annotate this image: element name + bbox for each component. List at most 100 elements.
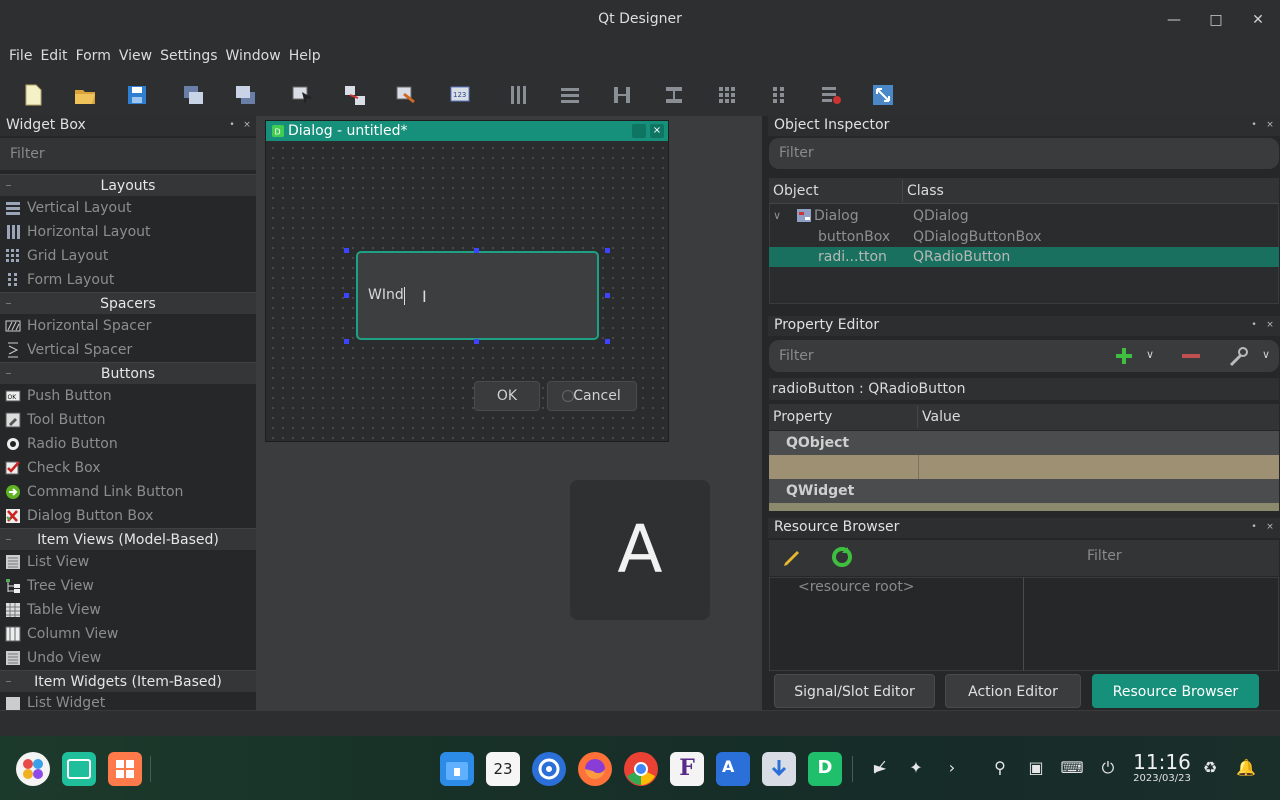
edit-resources-pencil-icon[interactable] <box>780 546 804 570</box>
widget-dialog-button-box[interactable]: Dialog Button Box <box>0 504 256 528</box>
remove-property-icon[interactable] <box>1180 346 1202 366</box>
widget-grid-layout[interactable]: Grid Layout <box>0 244 256 268</box>
reload-icon[interactable] <box>830 545 854 569</box>
notification-bell-icon[interactable]: 🔔 <box>1234 756 1258 780</box>
resize-handle[interactable] <box>605 339 610 344</box>
settings-gear-icon[interactable] <box>532 752 566 786</box>
search-icon[interactable]: ⚲ <box>988 756 1012 780</box>
layout-form-icon[interactable] <box>766 82 792 108</box>
resource-filter[interactable]: Filter <box>1087 548 1122 564</box>
clock-time[interactable]: 11:16 <box>1132 751 1192 773</box>
firefox-icon[interactable] <box>578 752 612 786</box>
column-property[interactable]: Property <box>773 409 832 425</box>
widget-column-view[interactable]: Column View <box>0 622 256 646</box>
widget-tool-button[interactable]: Tool Button <box>0 408 256 432</box>
property-editor-filter[interactable]: Filter <box>769 340 1279 372</box>
widget-command-link-button[interactable]: Command Link Button <box>0 480 256 504</box>
launcher-icon[interactable] <box>16 752 50 786</box>
add-property-icon[interactable] <box>1114 346 1134 366</box>
resource-root-item[interactable]: <resource root> <box>798 579 915 595</box>
multitask-view-icon[interactable] <box>62 752 96 786</box>
chevron-down-icon[interactable]: ∨ <box>1146 348 1154 361</box>
widget-form-layout[interactable]: Form Layout <box>0 268 256 292</box>
layout-splitter-vertical-icon[interactable] <box>661 82 687 108</box>
ok-button[interactable]: OK <box>474 381 540 411</box>
tab-action-editor[interactable]: Action Editor <box>945 674 1081 708</box>
close-dock-icon[interactable]: × <box>1264 521 1276 533</box>
resize-handle[interactable] <box>344 248 349 253</box>
category-item-views[interactable]: − Item Views (Model-Based) <box>0 528 256 550</box>
adjust-size-icon[interactable] <box>870 82 896 108</box>
volume-muted-icon[interactable]: ►̸ <box>868 756 892 780</box>
chevron-down-icon[interactable]: ∨ <box>1262 348 1270 361</box>
downloads-icon[interactable] <box>762 752 796 786</box>
save-icon[interactable] <box>124 82 150 108</box>
property-group-qwidget[interactable]: QWidget <box>769 479 1279 503</box>
widget-undo-view[interactable]: Undo View <box>0 646 256 670</box>
widget-box-filter[interactable]: Filter <box>0 138 256 170</box>
break-layout-icon[interactable] <box>818 82 844 108</box>
widget-table-view[interactable]: Table View <box>0 598 256 622</box>
column-object[interactable]: Object <box>773 183 819 199</box>
app-store-icon[interactable] <box>108 752 142 786</box>
widget-horizontal-layout[interactable]: Horizontal Layout <box>0 220 256 244</box>
trash-icon[interactable]: ♻ <box>1198 756 1222 780</box>
widget-vertical-layout[interactable]: Vertical Layout <box>0 196 256 220</box>
resize-handle[interactable] <box>344 339 349 344</box>
close-dock-icon[interactable]: × <box>1264 319 1276 331</box>
menu-help[interactable]: Help <box>289 48 321 64</box>
edit-buddies-icon[interactable] <box>394 82 420 108</box>
edit-tab-order-icon[interactable]: 123 <box>448 82 474 108</box>
translator-icon[interactable]: A <box>716 752 750 786</box>
menu-settings[interactable]: Settings <box>160 48 217 64</box>
send-to-back-icon[interactable] <box>180 82 206 108</box>
edit-text[interactable]: WInd <box>368 287 404 303</box>
bring-to-front-icon[interactable] <box>232 82 258 108</box>
category-layouts[interactable]: − Layouts <box>0 174 256 196</box>
layout-horizontal-icon[interactable] <box>505 82 531 108</box>
float-icon[interactable]: • <box>226 119 238 131</box>
edit-signals-icon[interactable] <box>342 82 368 108</box>
layout-grid-icon[interactable] <box>714 82 740 108</box>
menu-form[interactable]: Form <box>76 48 111 64</box>
widget-list-widget[interactable]: List Widget <box>0 692 256 710</box>
tab-resource-browser[interactable]: Resource Browser <box>1092 674 1259 708</box>
resize-handle[interactable] <box>474 248 479 253</box>
layout-splitter-horizontal-icon[interactable] <box>609 82 635 108</box>
cancel-button[interactable]: Cancel <box>547 381 637 411</box>
menu-view[interactable]: View <box>119 48 152 64</box>
qt-designer-taskbar-icon[interactable]: D <box>808 752 842 786</box>
new-file-icon[interactable] <box>20 82 46 108</box>
minimize-button[interactable]: — <box>1164 10 1184 30</box>
file-manager-icon[interactable] <box>440 752 474 786</box>
widget-push-button[interactable]: OK Push Button <box>0 384 256 408</box>
layout-vertical-icon[interactable] <box>557 82 583 108</box>
widget-radio-button[interactable]: Radio Button <box>0 432 256 456</box>
edit-widgets-icon[interactable] <box>290 82 316 108</box>
close-dock-icon[interactable]: × <box>1264 119 1276 131</box>
category-spacers[interactable]: − Spacers <box>0 292 256 314</box>
object-row-radiobutton[interactable]: radi...tton QRadioButton <box>769 247 1279 267</box>
menu-window[interactable]: Window <box>226 48 281 64</box>
menu-edit[interactable]: Edit <box>40 48 67 64</box>
resize-handle[interactable] <box>344 293 349 298</box>
widget-check-box[interactable]: Check Box <box>0 456 256 480</box>
float-icon[interactable]: • <box>1248 119 1260 131</box>
property-group-qobject[interactable]: QObject <box>769 431 1279 455</box>
category-item-widgets[interactable]: − Item Widgets (Item-Based) <box>0 670 256 692</box>
float-icon[interactable]: • <box>1248 521 1260 533</box>
screenshot-tool-icon[interactable]: ✦ <box>904 756 928 780</box>
radio-button-text-editor[interactable]: WInd I <box>356 251 599 340</box>
float-icon[interactable]: • <box>1248 319 1260 331</box>
menu-file[interactable]: File <box>9 48 32 64</box>
configure-wrench-icon[interactable] <box>1228 344 1250 368</box>
column-value[interactable]: Value <box>922 409 960 425</box>
maximize-button[interactable]: □ <box>1206 10 1226 30</box>
dialog-close-button[interactable]: × <box>650 124 664 138</box>
tab-signal-slot-editor[interactable]: Signal/Slot Editor <box>774 674 935 708</box>
font-manager-icon[interactable]: F <box>670 752 704 786</box>
widget-tree-view[interactable]: Tree View <box>0 574 256 598</box>
resize-handle[interactable] <box>605 248 610 253</box>
widget-horizontal-spacer[interactable]: Horizontal Spacer <box>0 314 256 338</box>
screen-capture-icon[interactable]: ▣ <box>1024 756 1048 780</box>
